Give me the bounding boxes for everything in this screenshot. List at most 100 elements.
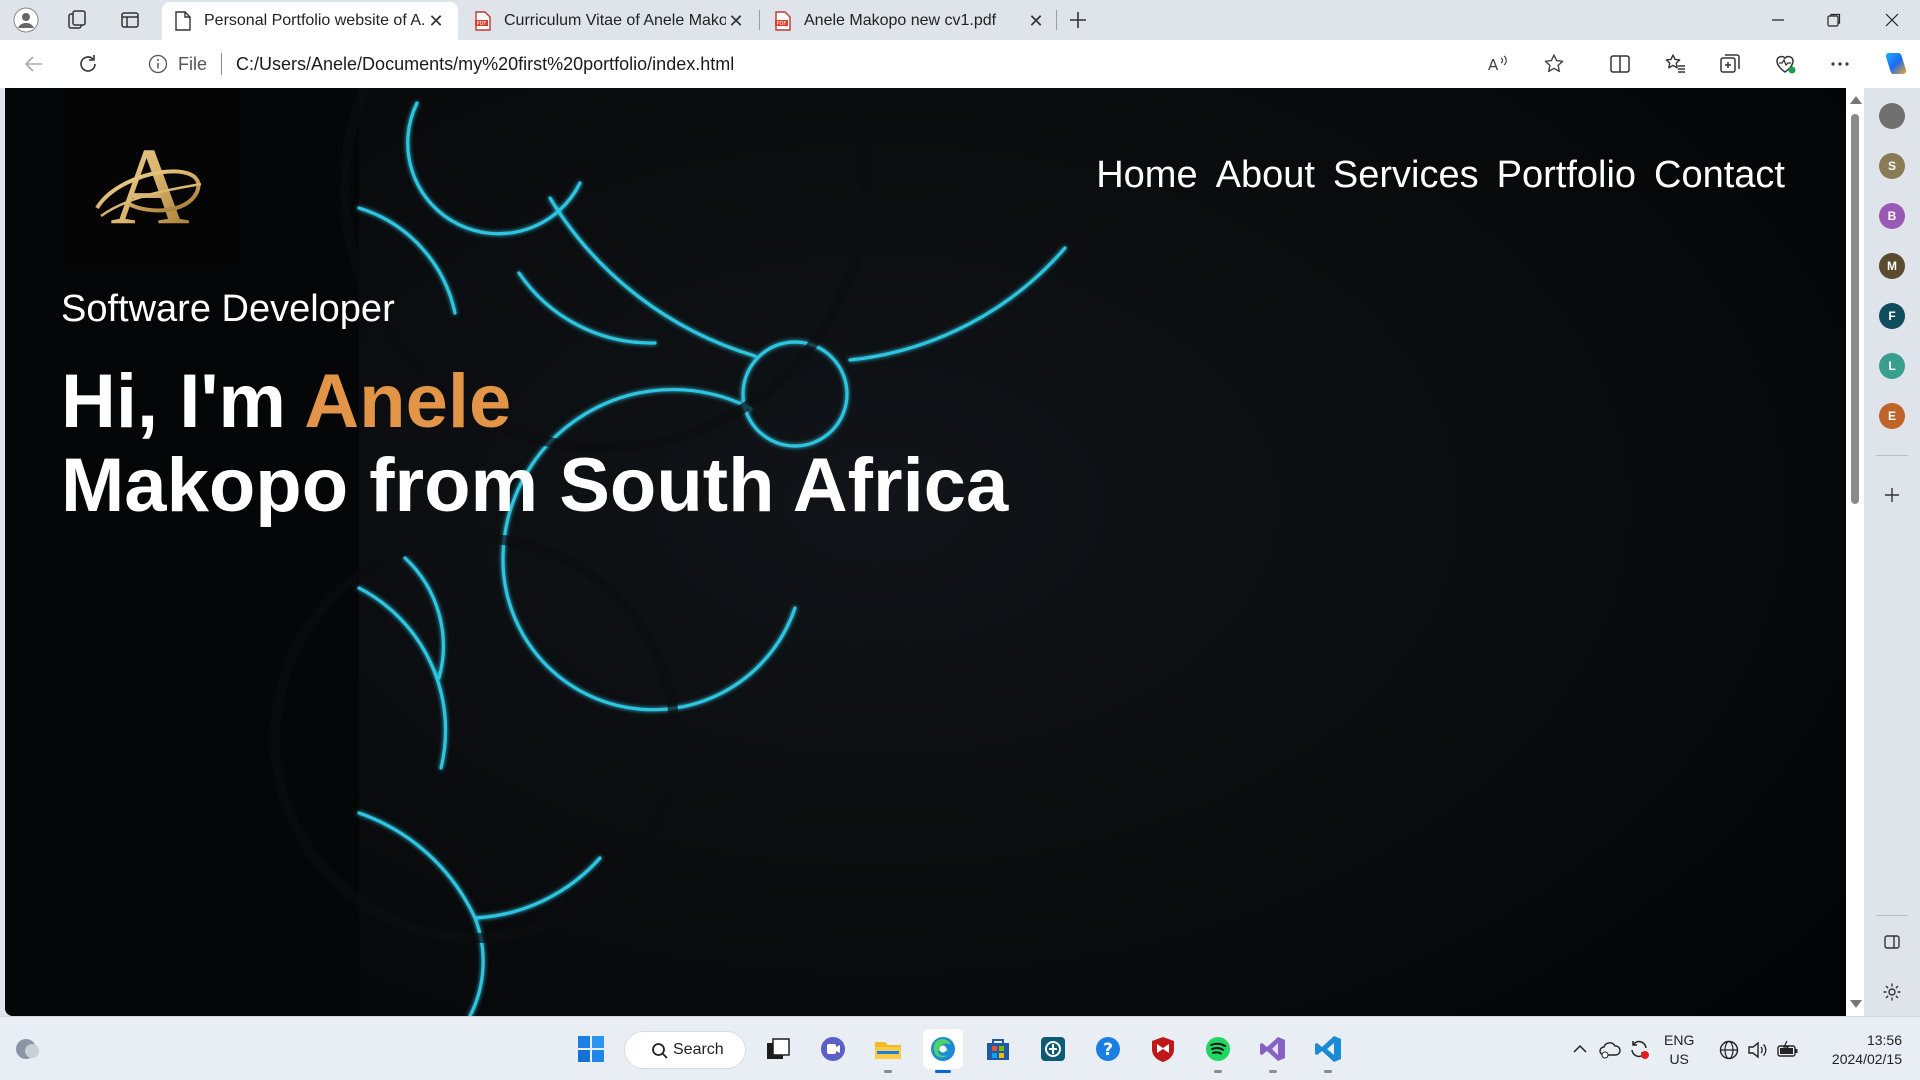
minimize-icon (1772, 19, 1784, 21)
sidebar-item-b[interactable]: B (1879, 203, 1905, 229)
sidebar-item-f[interactable]: F (1879, 303, 1905, 329)
nav-contact-link[interactable]: Contact (1654, 154, 1785, 197)
input-language-indicator[interactable]: ENG US (1664, 1031, 1694, 1069)
tab-title: Curriculum Vitae of Anele Makopo (504, 12, 726, 29)
refresh-button[interactable] (70, 46, 106, 82)
taskbar-search[interactable]: Search (624, 1031, 746, 1069)
help-button[interactable]: ? (1088, 1029, 1128, 1069)
restore-button[interactable] (1806, 0, 1862, 40)
task-view-button[interactable] (758, 1029, 798, 1069)
hero-title-line2: Makopo from South Africa (61, 443, 1009, 528)
profile-button[interactable] (8, 4, 44, 36)
page-icon (175, 11, 191, 31)
running-indicator (935, 1070, 951, 1073)
copilot-icon[interactable] (1880, 50, 1908, 78)
volume-icon[interactable] (1746, 1039, 1768, 1061)
tab-portfolio[interactable]: Personal Portfolio website of A.Makopo ✕ (162, 2, 458, 40)
taskbar-clock[interactable]: 13:56 2024/02/15 (1816, 1031, 1902, 1069)
sync-icon[interactable] (1627, 1037, 1651, 1061)
restore-icon (1827, 13, 1841, 27)
sidebar-add-button[interactable] (1880, 483, 1904, 507)
address-bar[interactable]: File C:/Users/Anele/Documents/my%20first… (126, 44, 1584, 84)
web-page: A Home About Services Portfolio Contact … (5, 88, 1846, 1016)
tab-separator (759, 10, 760, 30)
hero-greeting: Hi, I'm (61, 359, 305, 444)
mcafee-button[interactable] (1143, 1029, 1183, 1069)
weather-icon (16, 1039, 39, 1059)
gear-icon (1883, 983, 1901, 1001)
start-icon (578, 1036, 604, 1062)
address-url[interactable]: C:/Users/Anele/Documents/my%20first%20po… (236, 54, 734, 75)
new-tab-button[interactable] (1060, 4, 1096, 36)
refresh-icon (80, 55, 96, 72)
sidebar-divider (1876, 455, 1908, 456)
sidebar-settings-button[interactable] (1880, 980, 1904, 1004)
edge-button[interactable] (923, 1029, 963, 1073)
sidebar-panel-icon (1884, 935, 1900, 949)
start-button[interactable] (571, 1029, 611, 1069)
sidebar-item-l[interactable]: L (1879, 353, 1905, 379)
tab-cv-pdf[interactable]: PDF Anele Makopo new cv1.pdf ✕ (762, 2, 1058, 40)
info-icon[interactable] (148, 54, 168, 74)
more-options-icon[interactable] (1828, 52, 1852, 76)
browser-toolbar: File C:/Users/Anele/Documents/my%20first… (0, 40, 1920, 88)
visual-studio-button[interactable] (1253, 1029, 1293, 1073)
running-indicator (884, 1070, 892, 1073)
mcafee-icon (1152, 1037, 1174, 1062)
app-button[interactable] (1033, 1029, 1073, 1069)
file-explorer-button[interactable] (868, 1029, 908, 1073)
address-scheme: File (178, 53, 208, 74)
vscode-button[interactable] (1308, 1029, 1348, 1073)
page-scrollbar[interactable] (1846, 88, 1864, 1016)
teams-icon (821, 1037, 845, 1061)
plus-icon (1070, 12, 1086, 28)
network-globe-icon[interactable] (1718, 1039, 1740, 1061)
scroll-up-arrow-icon[interactable] (1850, 96, 1862, 104)
tab-cv[interactable]: PDF Curriculum Vitae of Anele Makopo ✕ (462, 2, 758, 40)
profile-icon (13, 7, 39, 33)
store-icon (987, 1039, 1009, 1060)
battery-icon[interactable] (1776, 1039, 1800, 1061)
browser-essentials-icon[interactable] (1773, 52, 1797, 76)
sidebar-item-1[interactable] (1879, 103, 1905, 129)
store-button[interactable] (978, 1029, 1018, 1069)
sidebar-item-e[interactable]: E (1879, 403, 1905, 429)
favorites-icon[interactable] (1663, 52, 1687, 76)
read-aloud-icon[interactable]: A (1486, 52, 1510, 76)
vertical-tabs-button[interactable] (112, 4, 148, 36)
scroll-down-arrow-icon[interactable] (1850, 1000, 1862, 1008)
nav-home-link[interactable]: Home (1096, 154, 1197, 197)
hero-subtitle: Software Developer (61, 288, 395, 330)
scroll-thumb[interactable] (1851, 114, 1859, 504)
address-divider (221, 53, 223, 75)
close-tab-icon[interactable]: ✕ (726, 11, 746, 32)
edge-sidebar: S B M F L E (1864, 88, 1920, 1016)
sidebar-item-s[interactable]: S (1879, 153, 1905, 179)
close-tab-icon[interactable]: ✕ (1026, 11, 1046, 32)
tab-title: Personal Portfolio website of A.Makopo (204, 12, 426, 29)
file-explorer-icon (875, 1042, 901, 1059)
nav-about-link[interactable]: About (1216, 154, 1315, 197)
back-button[interactable] (16, 46, 52, 82)
help-icon: ? (1096, 1037, 1120, 1061)
split-screen-icon[interactable] (1608, 52, 1632, 76)
close-tab-icon[interactable]: ✕ (426, 11, 446, 32)
nav-services-link[interactable]: Services (1333, 154, 1479, 197)
onedrive-icon[interactable] (1598, 1037, 1622, 1061)
minimize-button[interactable] (1750, 0, 1806, 40)
favorite-star-icon[interactable] (1542, 52, 1566, 76)
close-window-button[interactable] (1864, 0, 1920, 40)
svg-text:PDF: PDF (477, 21, 487, 27)
nav-portfolio-link[interactable]: Portfolio (1497, 154, 1636, 197)
sidebar-item-m[interactable]: M (1879, 253, 1905, 279)
show-hidden-icons-chevron-icon[interactable] (1572, 1041, 1588, 1057)
collections-icon[interactable] (1718, 52, 1742, 76)
widgets-button[interactable] (8, 1029, 48, 1069)
running-indicator (1214, 1070, 1222, 1073)
spotify-button[interactable] (1198, 1029, 1238, 1073)
hide-sidebar-button[interactable] (1880, 930, 1904, 954)
workspaces-button[interactable] (59, 4, 95, 36)
logo[interactable]: A (61, 88, 239, 266)
workspaces-icon (68, 10, 86, 29)
teams-button[interactable] (813, 1029, 853, 1069)
